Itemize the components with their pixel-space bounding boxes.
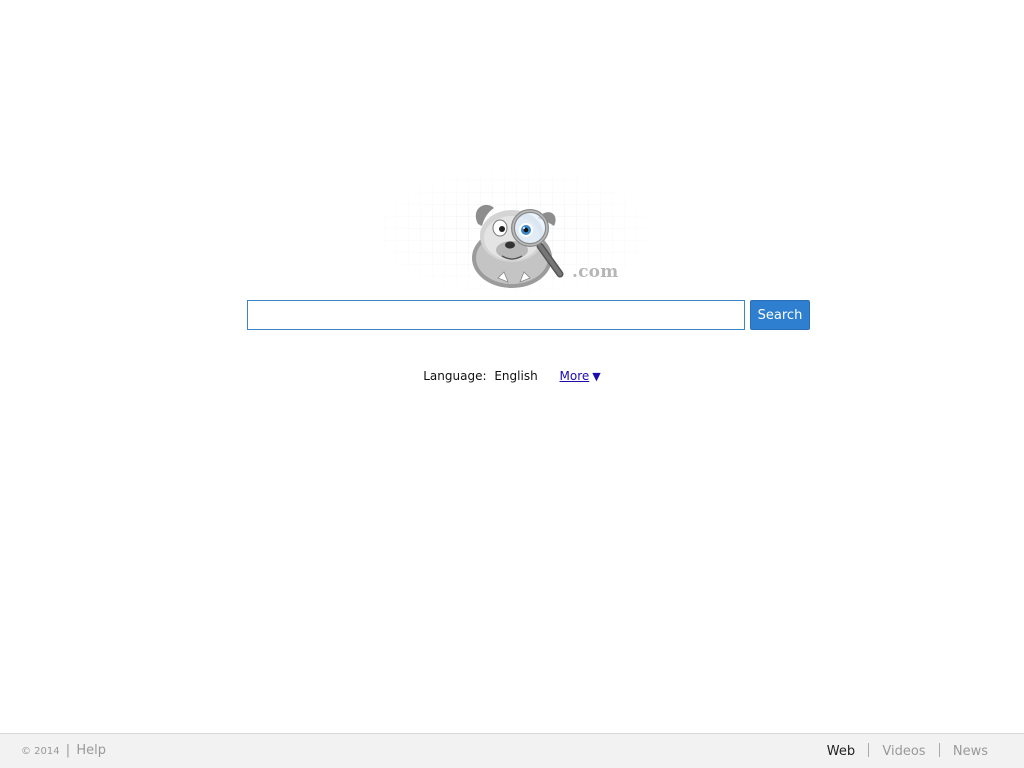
footer: © 2014 | Help Web Videos News [0,733,1024,768]
more-languages-link[interactable]: More ▼ [560,369,601,383]
copyright-text: © 2014 [21,746,60,757]
search-input[interactable] [247,300,745,330]
footer-separator: | [65,743,71,758]
vertical-nav: Web Videos News [827,743,988,759]
more-link-label[interactable]: More [560,369,590,383]
nav-news[interactable]: News [953,744,988,759]
nav-divider [868,743,870,757]
page: .com Search Language: English More ▼ © 20… [0,0,1024,768]
nav-videos[interactable]: Videos [882,744,925,759]
footer-left: © 2014 | Help [21,743,106,758]
search-button[interactable]: Search [750,300,810,330]
language-value: English [494,369,538,383]
search-bar: Search [247,300,811,330]
nav-web[interactable]: Web [827,744,855,759]
bulldog-magnifier-icon [472,204,564,288]
site-logo[interactable]: .com [372,168,656,296]
language-selector: Language: English More ▼ [0,369,1024,383]
dropdown-arrow-icon[interactable]: ▼ [592,370,600,383]
help-link[interactable]: Help [76,743,106,758]
logo-domain-suffix: .com [572,262,619,282]
nav-divider [938,743,940,757]
language-label: Language: [423,369,487,383]
